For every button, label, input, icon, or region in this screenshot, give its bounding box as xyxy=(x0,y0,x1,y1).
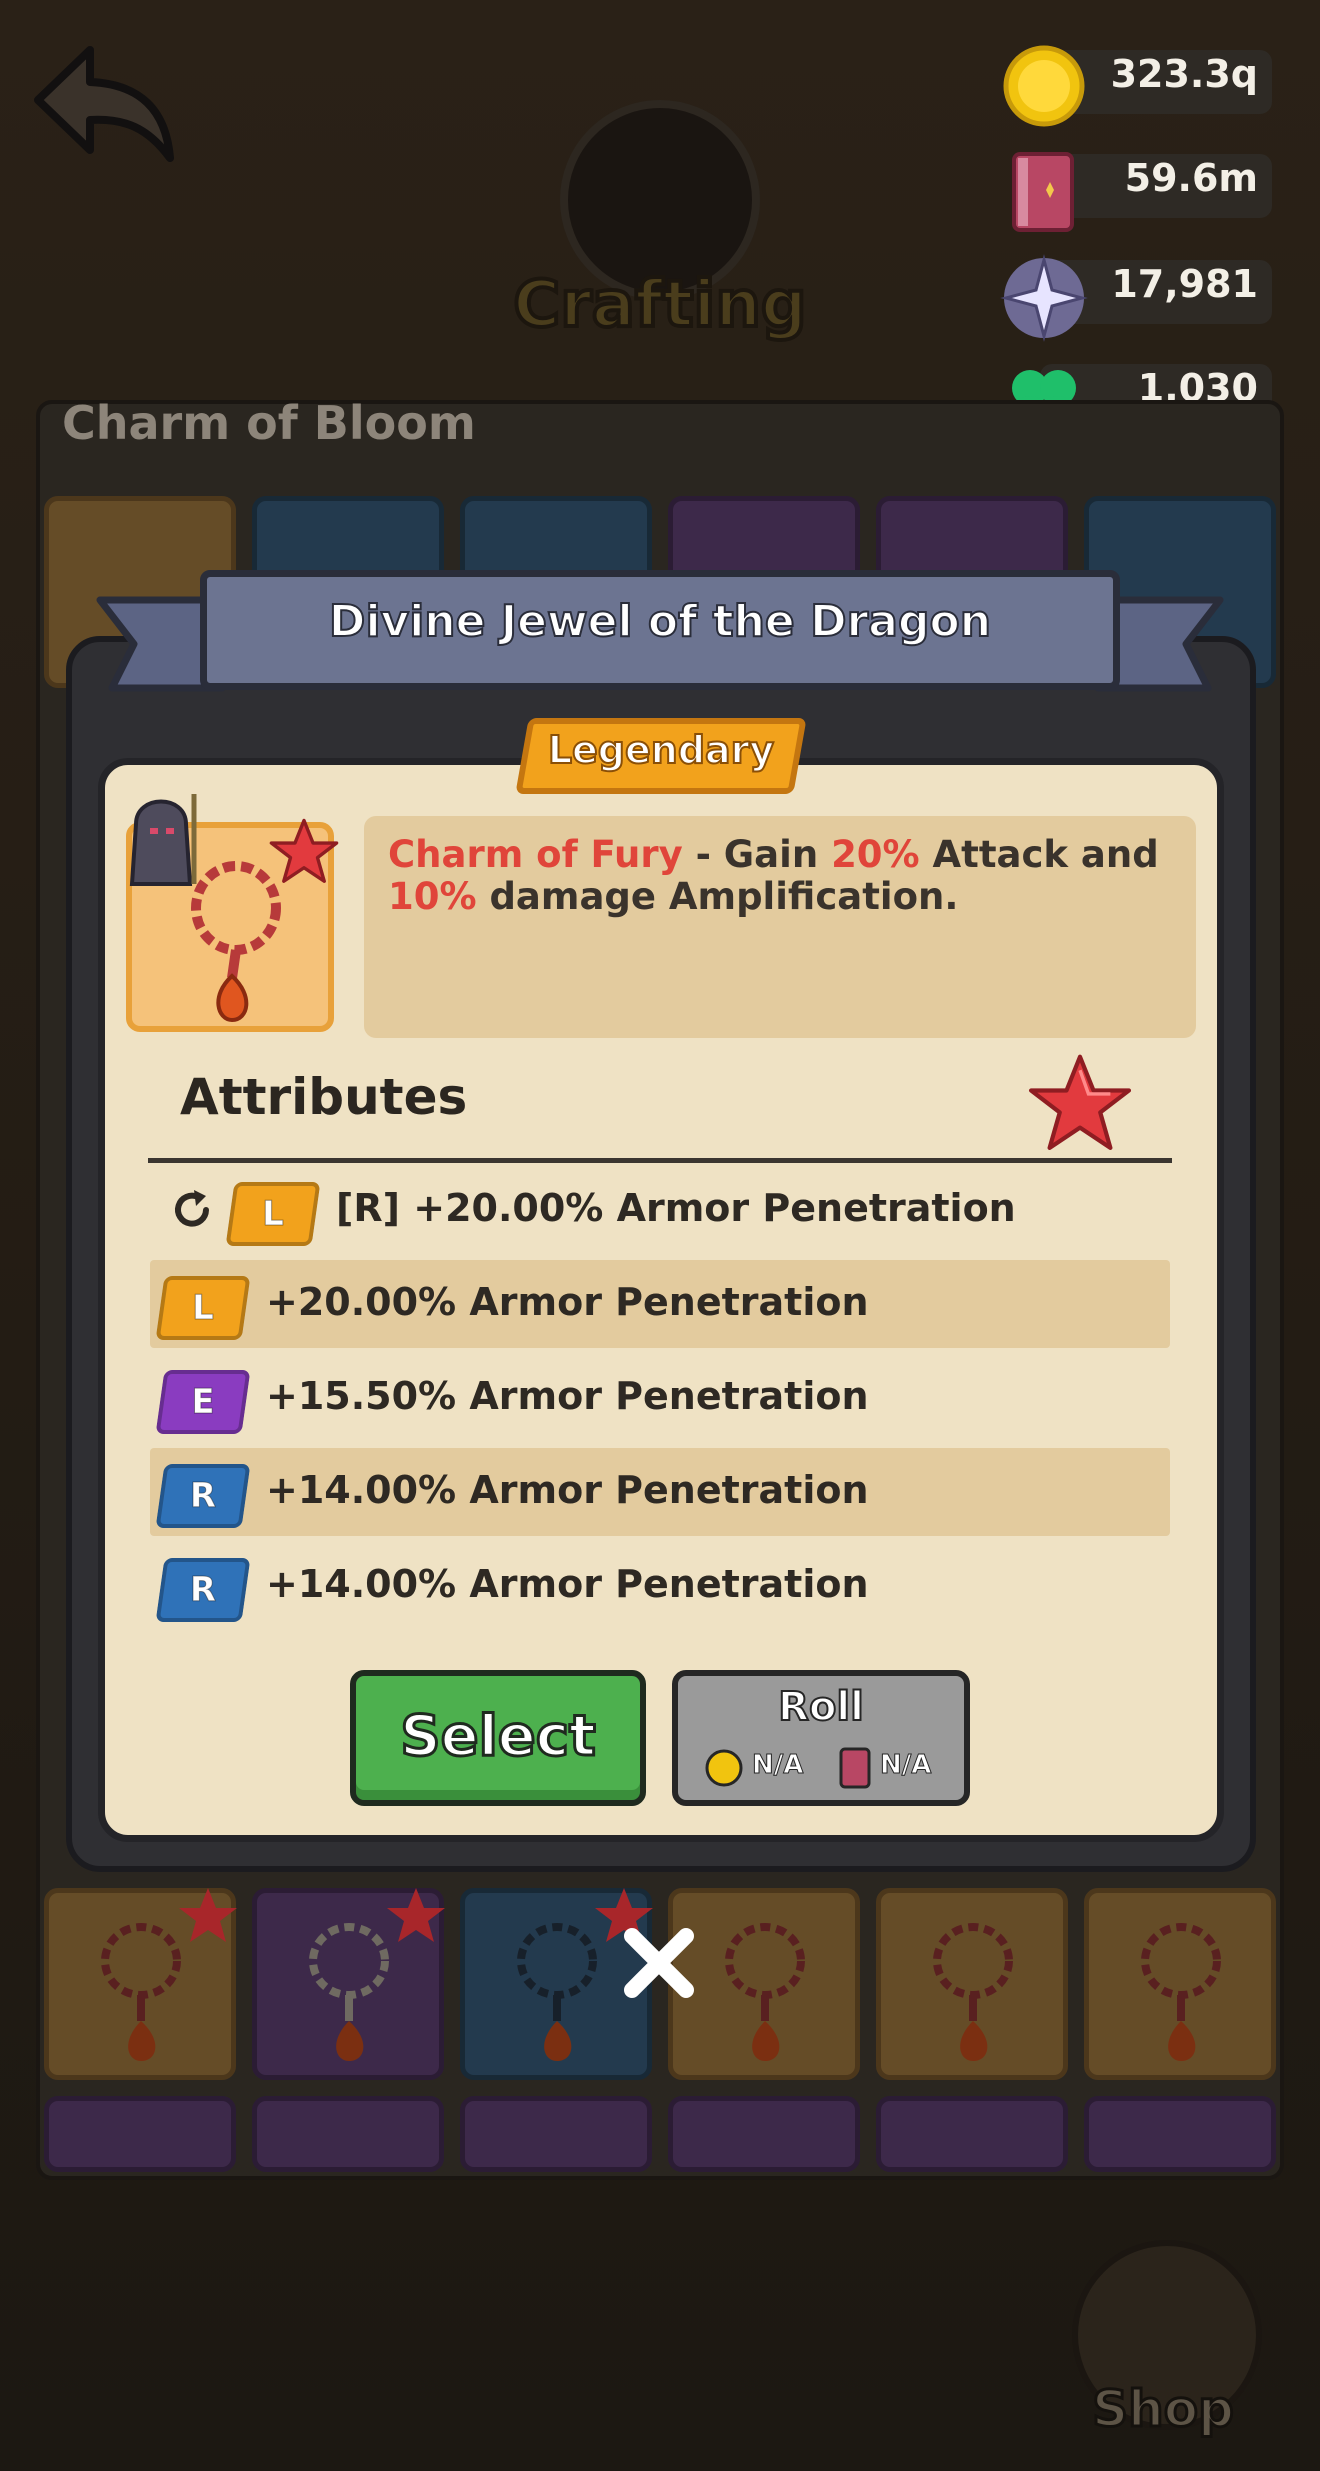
divider xyxy=(148,1158,1172,1163)
charm-necklace-icon xyxy=(933,1923,1013,2061)
item-title: Divine Jewel of the Dragon xyxy=(328,595,992,648)
attribute-row: R +14.00% Armor Penetration xyxy=(150,1542,1170,1630)
section-title: Charm of Bloom xyxy=(62,396,476,450)
close-icon[interactable] xyxy=(620,1924,698,2002)
inventory-slot[interactable] xyxy=(460,2096,652,2172)
back-button[interactable] xyxy=(30,40,180,170)
attribute-text: +14.00% Armor Penetration xyxy=(266,1562,869,1606)
attribute-text: +15.50% Armor Penetration xyxy=(266,1374,869,1418)
inventory-slot[interactable] xyxy=(1084,2096,1276,2172)
gold-coin-icon xyxy=(1003,45,1085,127)
item-description: Charm of Fury - Gain 20% Attack and 10% … xyxy=(388,833,1159,918)
book-amount: 59.6m xyxy=(1124,156,1258,200)
hooded-hero-icon xyxy=(129,794,197,886)
currency-book: 59.6m xyxy=(1000,148,1276,232)
select-button[interactable]: Select xyxy=(350,1670,646,1806)
tier-badge: L xyxy=(155,1276,251,1340)
inventory-slot[interactable] xyxy=(668,2096,860,2172)
spell-book-icon xyxy=(839,1747,871,1789)
currency-crystal: 17,981 xyxy=(1000,254,1276,342)
attribute-row: E +15.50% Armor Penetration xyxy=(150,1354,1170,1442)
star-icon xyxy=(387,1888,445,1942)
rarity-label: Legendary xyxy=(547,727,775,773)
roll-button[interactable]: Roll N/A N/A xyxy=(672,1670,970,1806)
shop-label: Shop xyxy=(1091,2379,1236,2440)
inventory-slot[interactable] xyxy=(252,2096,444,2172)
attribute-row: L +20.00% Armor Penetration xyxy=(150,1260,1170,1348)
charm-necklace-icon xyxy=(1141,1923,1221,2061)
attribute-text: [R] +20.00% Armor Penetration xyxy=(336,1186,1016,1230)
inventory-slot[interactable] xyxy=(44,2096,236,2172)
roll-gold-cost: N/A xyxy=(751,1750,804,1781)
inventory-slot[interactable] xyxy=(1084,1888,1276,2080)
currency-gold: 323.3q xyxy=(1000,44,1276,127)
tier-badge: E xyxy=(155,1370,251,1434)
screen-title: Crafting xyxy=(511,266,808,344)
gold-amount: 323.3q xyxy=(1110,52,1258,96)
back-arrow-icon xyxy=(34,46,174,162)
attribute-text: +20.00% Armor Penetration xyxy=(266,1280,869,1324)
star-icon xyxy=(1028,1054,1132,1150)
spell-book-icon xyxy=(1012,152,1074,232)
star-icon xyxy=(269,818,339,883)
tier-badge: L xyxy=(225,1182,321,1246)
inventory-slot[interactable] xyxy=(876,2096,1068,2172)
attributes-heading: Attributes xyxy=(180,1068,468,1126)
charm-necklace-icon xyxy=(725,1923,805,2061)
tier-badge: R xyxy=(155,1558,251,1622)
attribute-text: +14.00% Armor Penetration xyxy=(266,1468,869,1512)
roll-label: Roll xyxy=(777,1683,865,1731)
gold-coin-icon xyxy=(705,1749,743,1787)
skill-name: Charm of Fury xyxy=(388,833,683,876)
crystal-amount: 17,981 xyxy=(1111,262,1258,306)
star-icon xyxy=(179,1888,237,1942)
attribute-row: L [R] +20.00% Armor Penetration xyxy=(220,1166,1170,1254)
roll-book-cost: N/A xyxy=(879,1750,932,1781)
attribute-row: R +14.00% Armor Penetration xyxy=(150,1448,1170,1536)
inventory-slot[interactable] xyxy=(876,1888,1068,2080)
reroll-icon[interactable] xyxy=(168,1186,216,1234)
crystal-star-icon xyxy=(1000,254,1088,342)
tier-badge: R xyxy=(155,1464,251,1528)
select-label: Select xyxy=(399,1703,597,1771)
